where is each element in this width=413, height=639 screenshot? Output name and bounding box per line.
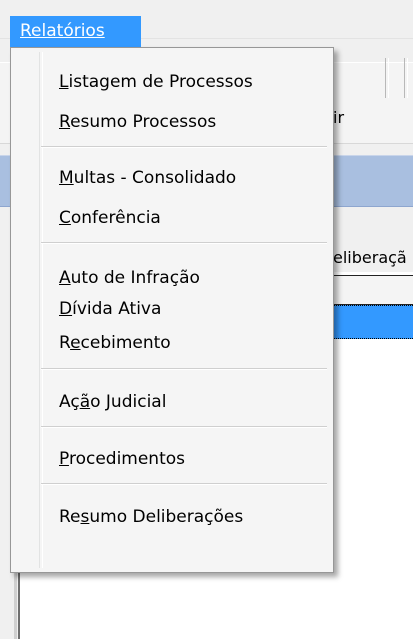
grid-selected-row[interactable] <box>330 305 413 339</box>
menu-item-procedimentos[interactable]: Procedimentos <box>59 443 185 475</box>
menu-separator <box>41 426 327 428</box>
menu-item-resumo-deliberacoes[interactable]: Resumo Deliberações <box>59 501 243 533</box>
grid-column-header[interactable] <box>330 275 413 305</box>
menu-item-conferencia[interactable]: Conferência <box>59 202 161 234</box>
menu-item-listagem-de-processos[interactable]: Listagem de Processos <box>59 66 253 98</box>
relatorios-dropdown-menu: Listagem de Processos Resumo Processos M… <box>10 47 334 573</box>
menu-item-multas-consolidado[interactable]: Multas - Consolidado <box>59 162 236 194</box>
menu-separator <box>41 368 327 370</box>
menu-separator <box>41 146 327 148</box>
menu-item-resumo-processos[interactable]: Resumo Processos <box>59 106 216 138</box>
toolbar-separator <box>404 58 408 98</box>
tab-deliberacao-label[interactable]: eliberaçã <box>333 248 407 267</box>
menu-item-divida-ativa[interactable]: Dívida Ativa <box>59 293 161 325</box>
menu-relatorios-label: Relatórios <box>20 21 105 41</box>
menu-separator <box>41 483 327 485</box>
toolbar-separator <box>385 58 389 98</box>
menu-relatorios[interactable]: Relatórios <box>10 16 141 47</box>
menu-icon-column <box>39 52 43 568</box>
menu-item-auto-de-infracao[interactable]: Auto de Infração <box>59 262 200 294</box>
menu-separator <box>41 242 327 244</box>
toolbar-button-label[interactable]: ir <box>333 108 344 127</box>
menu-item-recebimento[interactable]: Recebimento <box>59 327 171 359</box>
menu-item-acao-judicial[interactable]: Ação Judicial <box>59 386 166 418</box>
